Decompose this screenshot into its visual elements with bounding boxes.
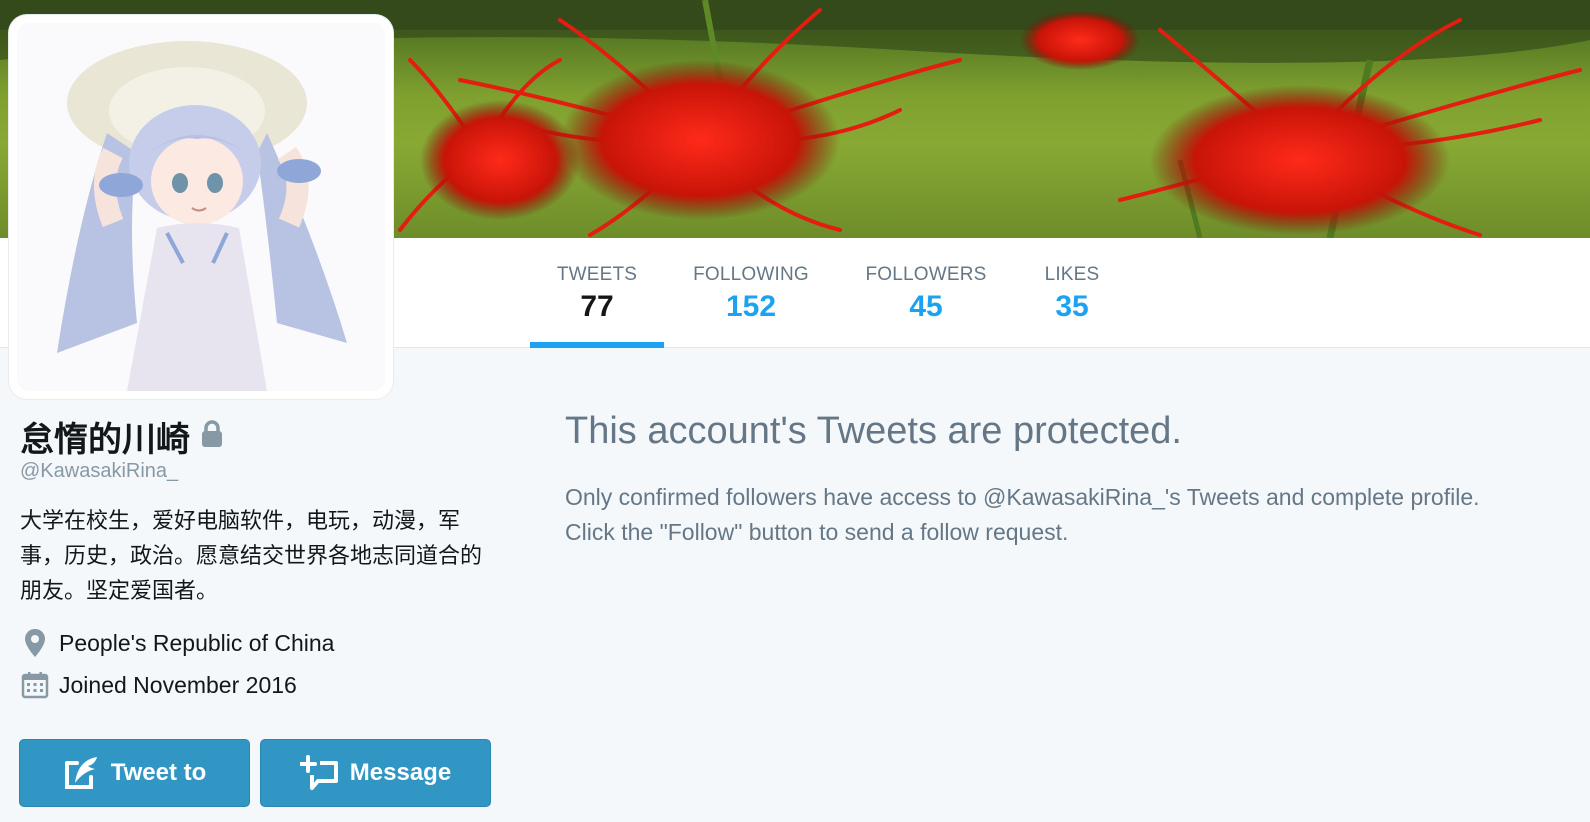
profile-location: People's Republic of China bbox=[20, 628, 334, 658]
avatar[interactable] bbox=[9, 15, 393, 399]
profile-handle[interactable]: @KawasakiRina_ bbox=[20, 460, 178, 483]
stat-tweets[interactable]: TWEETS 77 bbox=[530, 238, 664, 348]
profile-joined: Joined November 2016 bbox=[20, 671, 297, 699]
calendar-icon bbox=[20, 671, 50, 699]
message-button[interactable]: Message bbox=[260, 739, 491, 807]
protected-line-1: Only confirmed followers have access to … bbox=[565, 484, 1480, 510]
lock-icon bbox=[200, 419, 224, 454]
stat-following-label: FOLLOWING bbox=[693, 264, 809, 285]
protected-line-2: Click the "Follow" button to send a foll… bbox=[565, 519, 1069, 545]
protected-description: Only confirmed followers have access to … bbox=[565, 480, 1585, 550]
joined-text: Joined November 2016 bbox=[59, 671, 297, 698]
tweet-to-button[interactable]: Tweet to bbox=[19, 739, 250, 807]
stat-tweets-label: TWEETS bbox=[556, 264, 638, 285]
tweet-to-label: Tweet to bbox=[110, 759, 207, 786]
stat-following[interactable]: FOLLOWING 152 bbox=[688, 238, 814, 348]
stat-followers[interactable]: FOLLOWERS 45 bbox=[862, 238, 990, 348]
protected-title: This account's Tweets are protected. bbox=[565, 410, 1182, 452]
stat-following-value: 152 bbox=[725, 290, 777, 323]
message-label: Message bbox=[349, 759, 452, 786]
profile-bio: 大学在校生，爱好电脑软件，电玩，动漫，军事，历史，政治。愿意结交世界各地志同道合… bbox=[20, 508, 483, 603]
location-pin-icon bbox=[20, 628, 50, 658]
display-name[interactable]: 怠惰的川崎 bbox=[20, 412, 190, 461]
stat-likes-value: 35 bbox=[1055, 290, 1089, 323]
stat-likes[interactable]: LIKES 35 bbox=[1036, 238, 1108, 348]
stat-followers-label: FOLLOWERS bbox=[865, 264, 987, 285]
stat-likes-label: LIKES bbox=[1044, 264, 1100, 285]
avatar-image bbox=[17, 23, 385, 391]
compose-tweet-icon bbox=[63, 755, 101, 791]
message-icon bbox=[299, 755, 340, 791]
stat-tweets-value: 77 bbox=[580, 290, 614, 323]
profile-name-row: 怠惰的川崎 bbox=[20, 412, 224, 461]
stat-followers-value: 45 bbox=[909, 290, 943, 323]
location-text: People's Republic of China bbox=[59, 629, 335, 656]
